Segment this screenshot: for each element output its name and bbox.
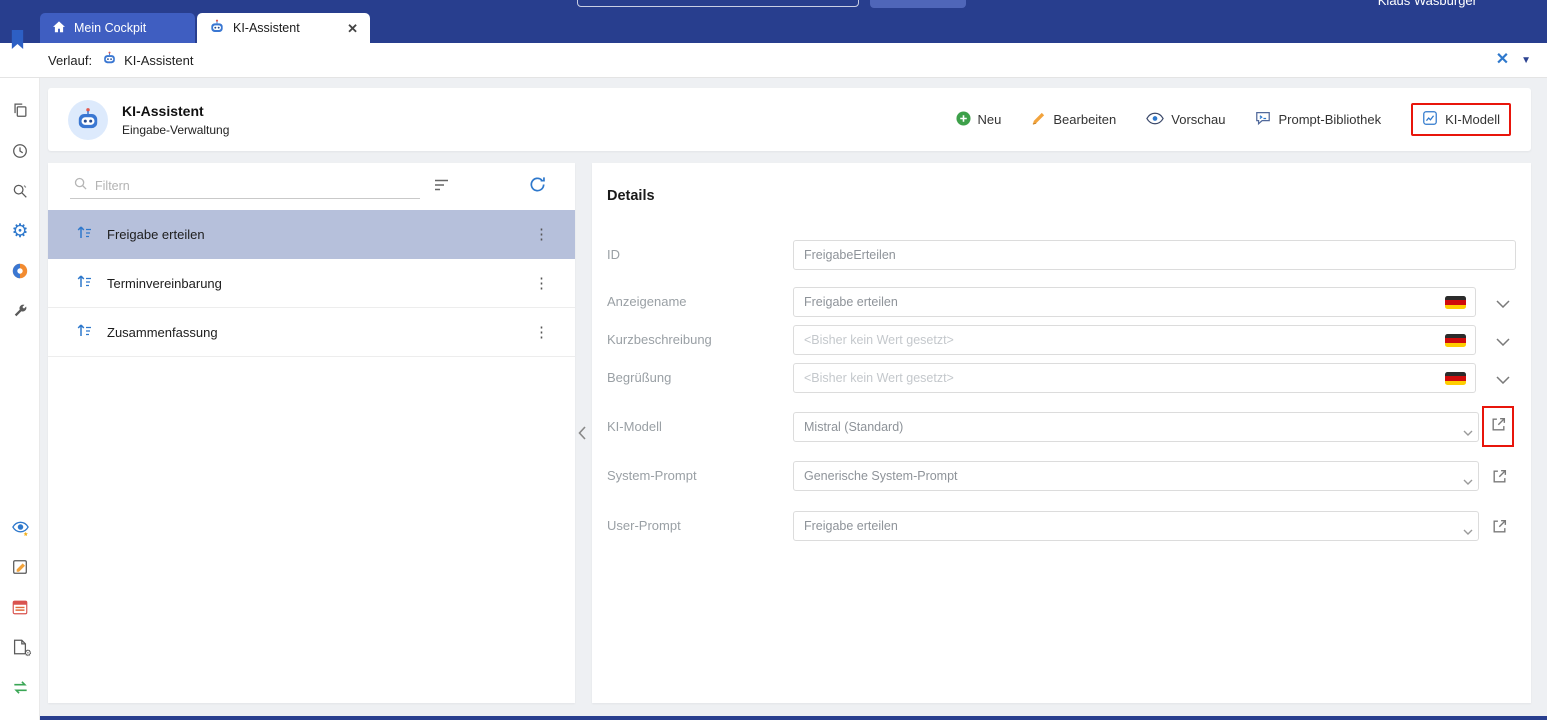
id-input[interactable] (793, 240, 1516, 270)
tools-wrench-icon[interactable] (10, 301, 30, 321)
history-item-label: KI-Assistent (124, 53, 193, 68)
system-prompt-dropdown[interactable]: Generische System-Prompt (793, 461, 1479, 491)
prompt-library-icon (1255, 110, 1271, 129)
user-prompt-dropdown[interactable]: Freigabe erteilen (793, 511, 1479, 541)
history-bar: Verlauf: KI-Assistent ✕ ▼ (0, 43, 1547, 78)
copy-icon[interactable] (10, 100, 30, 120)
search-edit-icon[interactable] (10, 181, 30, 201)
field-row-begruessung: Begrüßung (607, 363, 1516, 393)
kebab-menu-icon[interactable]: ⋮ (534, 323, 549, 341)
ki-modell-annotation: KI-Modell (1411, 103, 1511, 136)
close-history-icon[interactable]: ✕ (1496, 52, 1509, 68)
field-row-ki-modell: KI-Modell Mistral (Standard) (607, 412, 1516, 442)
bookmark-icon[interactable] (9, 29, 26, 55)
chevron-down-icon[interactable] (1496, 295, 1510, 313)
topbar-button-partial[interactable] (870, 0, 966, 8)
kebab-menu-icon[interactable]: ⋮ (534, 225, 549, 243)
doc-gear-icon[interactable]: ⚙ (10, 637, 30, 657)
anzeigename-input[interactable] (793, 287, 1476, 317)
left-icon-sidebar: ⚙ ⚙ (0, 43, 40, 720)
ki-model-icon (1422, 110, 1438, 129)
chevron-down-icon[interactable] (1463, 423, 1473, 441)
publish-icon (74, 320, 94, 345)
eye-star-icon[interactable] (10, 517, 30, 537)
assistant-list-panel: Freigabe erteilen ⋮ Terminvereinbarung ⋮… (48, 163, 575, 703)
close-tab-icon[interactable]: ✕ (347, 22, 358, 35)
field-row-user-prompt: User-Prompt Freigabe erteilen (607, 511, 1516, 541)
robot-icon (102, 51, 117, 69)
ki-modell-open-annotation (1482, 406, 1514, 447)
bearbeiten-button[interactable]: Bearbeiten (1031, 111, 1116, 129)
home-icon (52, 20, 66, 37)
begruessung-input[interactable] (793, 363, 1476, 393)
tab-label: Mein Cockpit (74, 21, 146, 35)
refresh-icon[interactable] (528, 175, 547, 199)
chevron-down-icon[interactable] (1496, 371, 1510, 389)
header-actions: Neu Bearbeiten Vorschau Prompt-Bibliothe… (956, 103, 1511, 136)
calendar-icon[interactable] (10, 597, 30, 617)
tab-mein-cockpit[interactable]: Mein Cockpit (40, 13, 195, 43)
field-row-system-prompt: System-Prompt Generische System-Prompt (607, 461, 1516, 491)
sync-icon[interactable] (10, 677, 30, 697)
bottom-border (0, 716, 1547, 720)
german-flag-icon (1445, 334, 1466, 347)
publish-icon (74, 222, 94, 247)
ki-modell-dropdown[interactable]: Mistral (Standard) (793, 412, 1479, 442)
history-item-ki-assistent[interactable]: KI-Assistent (102, 51, 193, 69)
eye-icon (1146, 112, 1164, 128)
history-icon[interactable] (10, 141, 30, 161)
global-search-input[interactable] (577, 0, 859, 7)
filter-row (48, 163, 575, 210)
history-label: Verlauf: (48, 53, 92, 68)
german-flag-icon (1445, 296, 1466, 309)
prompt-bibliothek-button[interactable]: Prompt-Bibliothek (1255, 110, 1381, 129)
kurzbeschreibung-input[interactable] (793, 325, 1476, 355)
chevron-down-icon[interactable]: ▼ (1521, 55, 1531, 66)
german-flag-icon (1445, 372, 1466, 385)
neu-button[interactable]: Neu (956, 111, 1002, 129)
external-link-icon[interactable] (1490, 517, 1508, 535)
tab-ki-assistent[interactable]: KI-Assistent ✕ (197, 13, 370, 43)
field-row-id: ID (607, 240, 1516, 270)
top-navigation-bar: Klaus Wasburger Mein Cockpit KI-Assisten… (0, 0, 1547, 43)
list-item-label: Terminvereinbarung (107, 276, 222, 291)
field-row-anzeigename: Anzeigename (607, 287, 1516, 317)
external-link-icon[interactable] (1490, 467, 1508, 485)
external-link-icon[interactable] (1490, 416, 1507, 438)
robot-icon (209, 19, 225, 38)
ki-modell-button[interactable]: KI-Modell (1422, 110, 1500, 129)
kebab-menu-icon[interactable]: ⋮ (534, 274, 549, 292)
list-item-label: Zusammenfassung (107, 325, 218, 340)
collapse-panel-handle[interactable] (575, 422, 589, 444)
publish-icon (74, 271, 94, 296)
plus-icon (956, 111, 971, 129)
filter-input[interactable] (95, 179, 420, 193)
robot-avatar-icon (68, 100, 108, 140)
details-title: Details (607, 188, 655, 204)
page-subtitle: Eingabe-Verwaltung (122, 123, 229, 137)
page-title: KI-Assistent (122, 103, 229, 119)
apps-icon[interactable] (10, 261, 30, 281)
list-item[interactable]: Zusammenfassung ⋮ (48, 308, 575, 357)
list-item[interactable]: Terminvereinbarung ⋮ (48, 259, 575, 308)
filter-search-icon (74, 177, 87, 195)
list-item-label: Freigabe erteilen (107, 227, 205, 242)
details-panel: Details ID Anzeigename Kurzbeschreibung (592, 163, 1531, 703)
list-item[interactable]: Freigabe erteilen ⋮ (48, 210, 575, 259)
settings-gear-icon[interactable]: ⚙ (10, 221, 30, 241)
pencil-icon (1031, 111, 1046, 129)
chevron-down-icon[interactable] (1496, 333, 1510, 351)
chevron-down-icon[interactable] (1463, 522, 1473, 540)
sort-icon[interactable] (434, 178, 450, 197)
field-row-kurzbeschreibung: Kurzbeschreibung (607, 325, 1516, 355)
tab-label: KI-Assistent (233, 21, 300, 35)
note-edit-icon[interactable] (10, 557, 30, 577)
chevron-down-icon[interactable] (1463, 472, 1473, 490)
user-menu[interactable]: Klaus Wasburger (1378, 0, 1477, 8)
tab-strip: Mein Cockpit KI-Assistent ✕ (40, 13, 372, 43)
page-header: KI-Assistent Eingabe-Verwaltung Neu Bear… (48, 88, 1531, 151)
vorschau-button[interactable]: Vorschau (1146, 112, 1225, 128)
